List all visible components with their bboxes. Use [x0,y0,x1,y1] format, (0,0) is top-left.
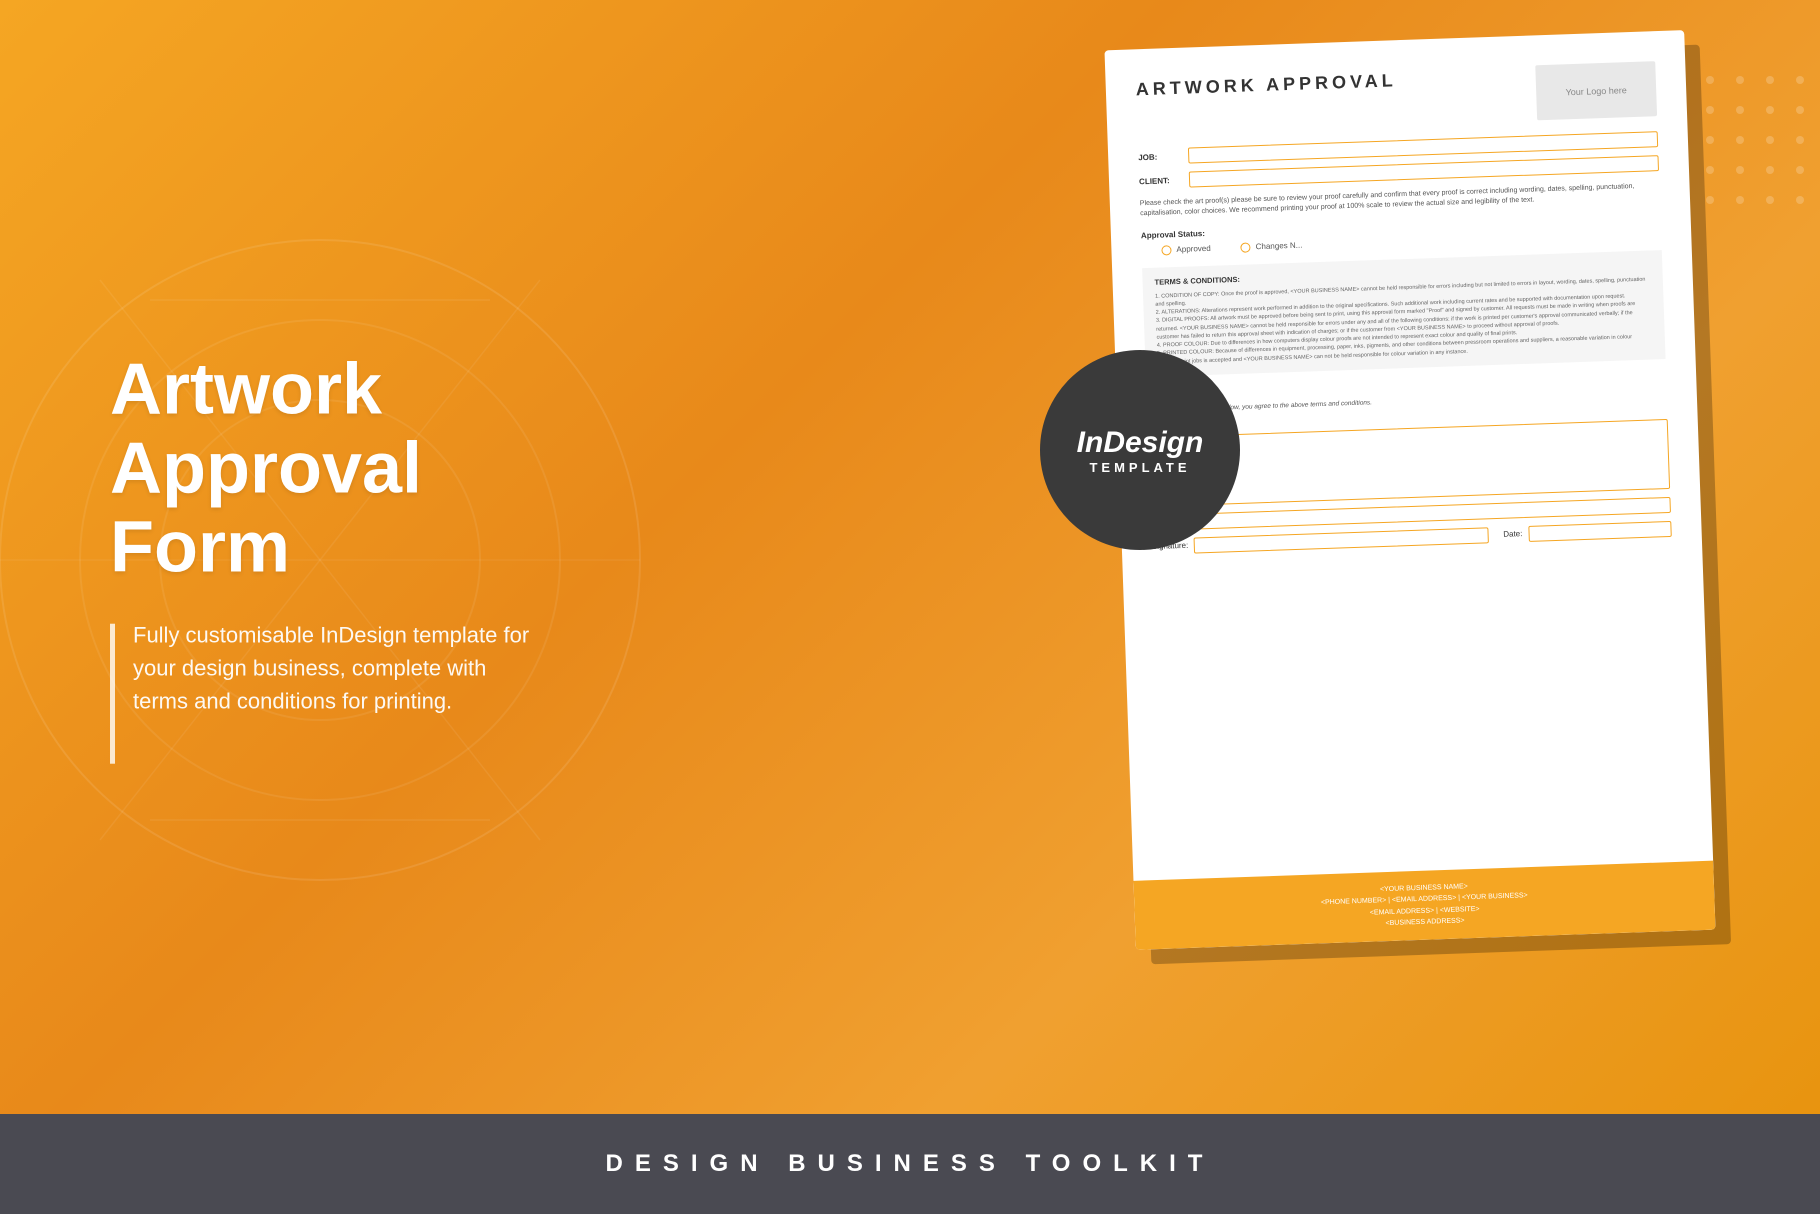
indesign-brand: InDesign [1077,426,1204,460]
main-title: Artwork Approval Form [110,351,590,589]
terms-section: TERMS & CONDITIONS: 1. CONDITION OF COPY… [1142,250,1665,377]
main-background: Artwork Approval Form Fully customisable… [0,0,1820,1114]
changes-radio [1241,242,1251,252]
template-label: TEMPLATE [1089,460,1190,475]
bottom-bar-text: DESIGN BUSINESS TOOLKIT [606,1150,1215,1178]
subtitle-text: Fully customisable InDesign template for… [133,618,533,717]
instruction-text: Please check the art proof(s) please be … [1140,181,1660,219]
approved-option: Approved [1161,243,1211,255]
approval-section: Approval Status: Approved Changes N... [1141,213,1662,256]
logo-placeholder: Your Logo here [1535,61,1657,120]
date-input [1528,521,1672,542]
changes-option: Changes N... [1241,240,1303,252]
approved-radio [1161,245,1171,255]
changes-label: Changes N... [1256,241,1303,252]
footer-business-info: <YOUR BUSINESS NAME> <PHONE NUMBER> | <E… [1164,874,1685,937]
date-label: Date: [1503,529,1522,539]
subtitle-block: Fully customisable InDesign template for… [110,618,590,763]
client-label: CLIENT: [1139,175,1189,186]
job-label: JOB: [1138,151,1188,162]
approved-label: Approved [1176,244,1211,254]
doc-title-block: ARTWORK APPROVAL [1136,70,1398,100]
accent-divider [110,623,115,763]
bottom-bar: DESIGN BUSINESS TOOLKIT [0,1114,1820,1214]
document-title: ARTWORK APPROVAL [1136,70,1398,100]
date-group: Date: [1503,521,1672,543]
left-content: Artwork Approval Form Fully customisable… [110,351,590,764]
signature-group: Signature: [1152,527,1489,555]
signature-input [1194,527,1489,553]
terms-text: 1. CONDITION OF COPY: Once the proof is … [1155,275,1653,367]
indesign-badge: InDesign TEMPLATE [1040,350,1240,550]
